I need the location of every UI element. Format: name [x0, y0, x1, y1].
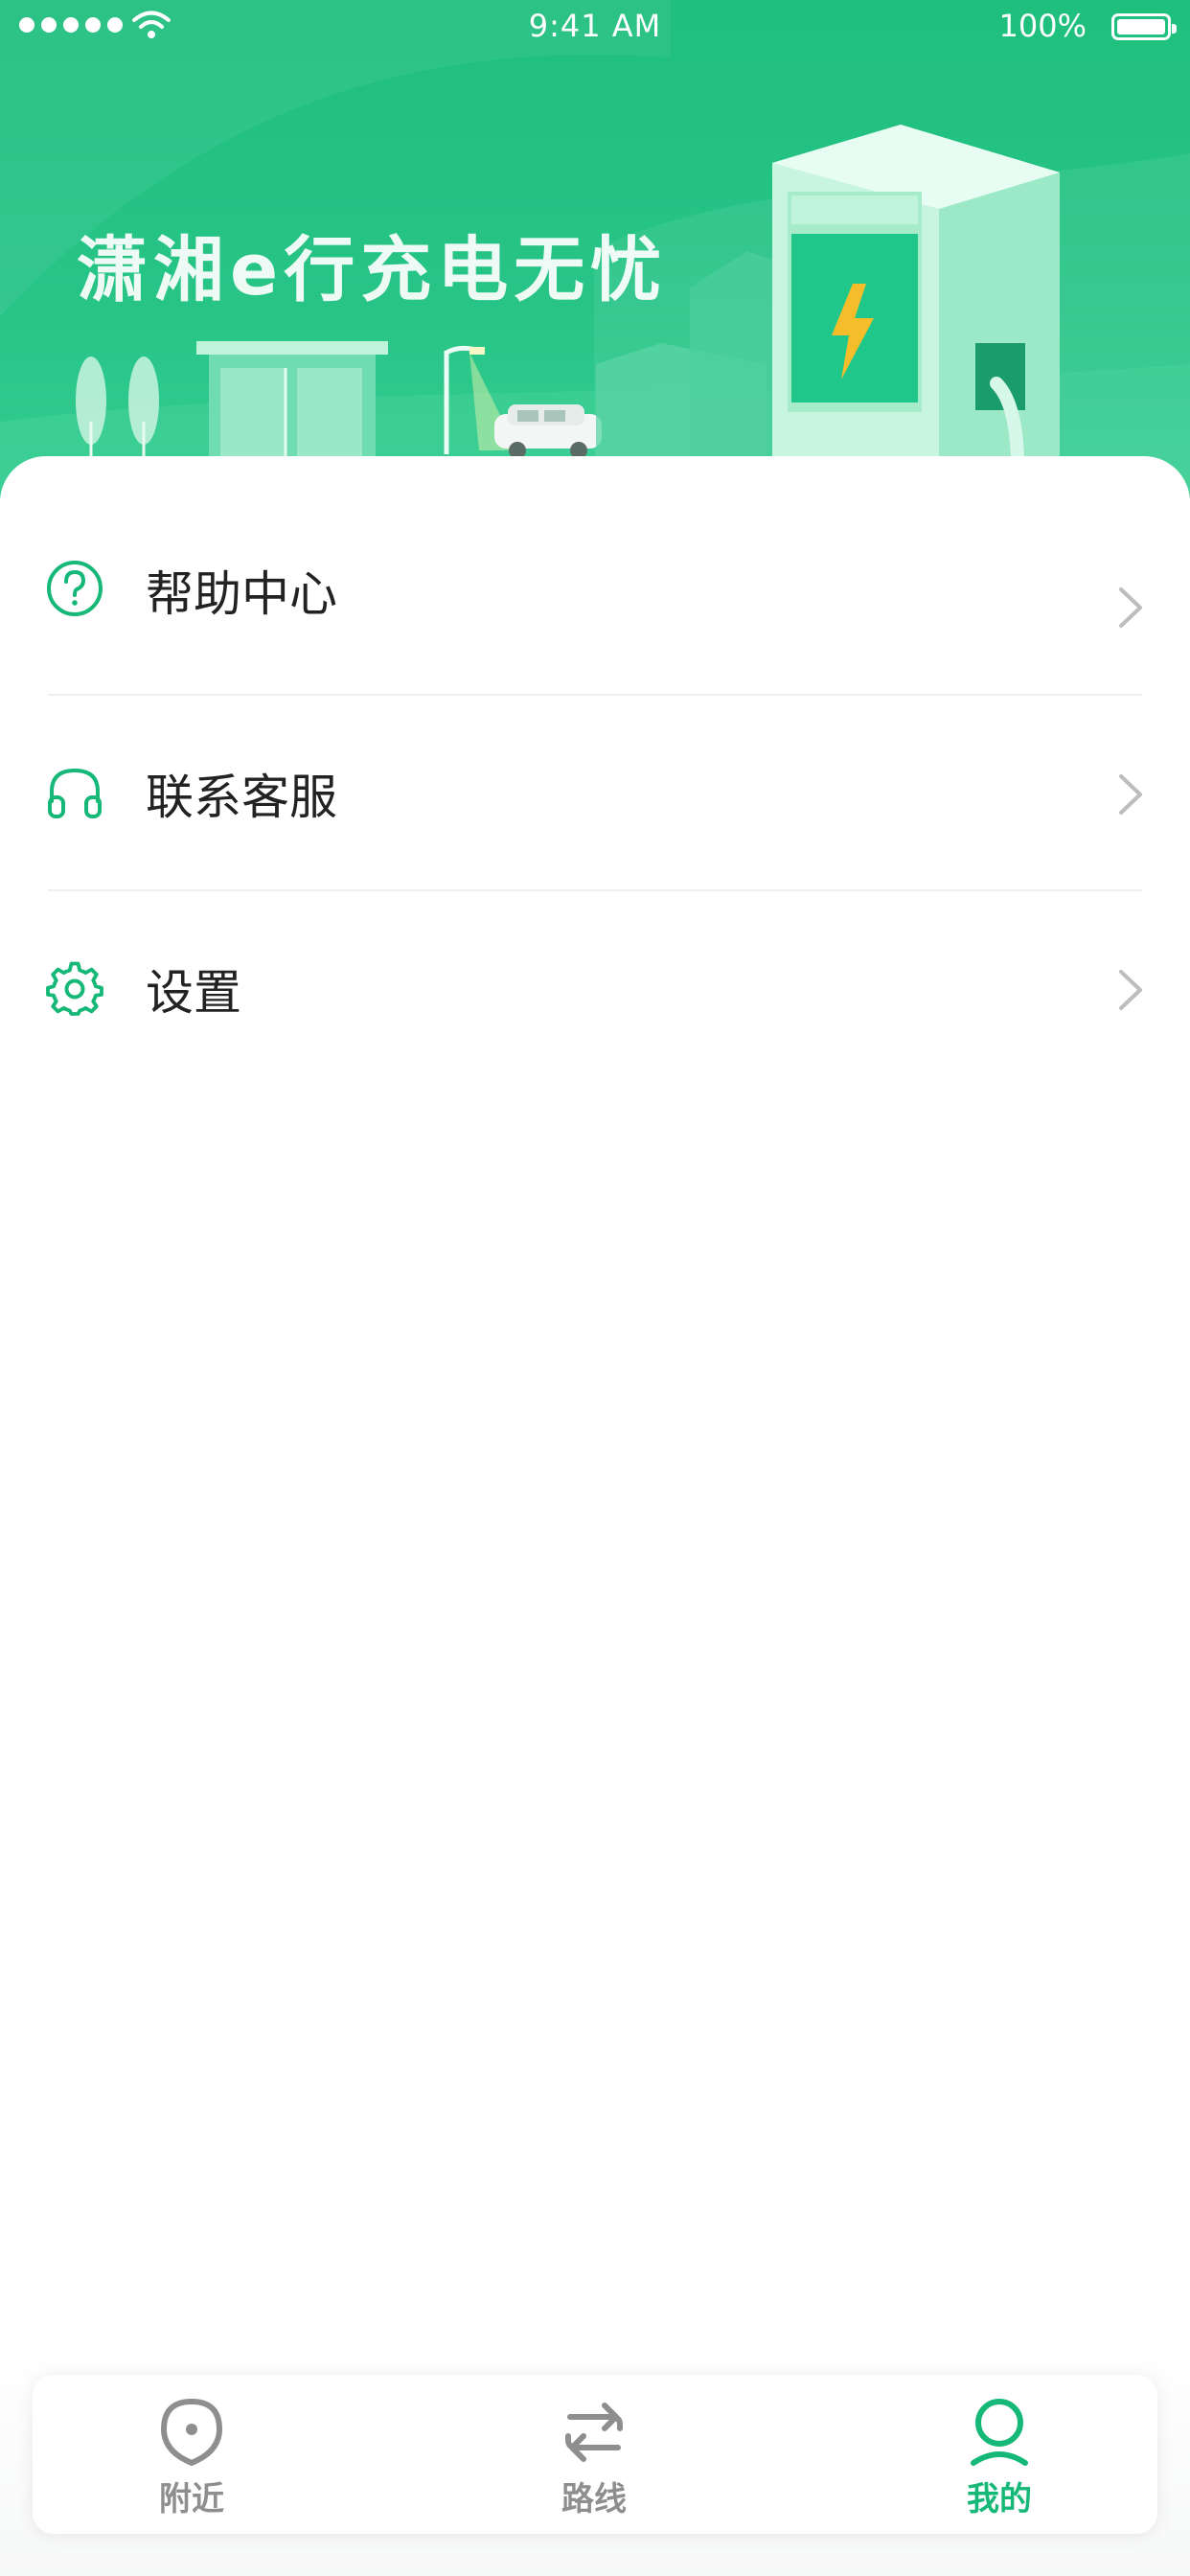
profile-screen: 9:41 AM 100% 潇湘e行充电无忧 帮助中心 联系客服 设置 附近 路线… — [0, 0, 1190, 2576]
tab-label: 附近 — [159, 2480, 224, 2518]
user-icon — [971, 2399, 1028, 2466]
banner-slogan: 潇湘e行充电无忧 — [77, 229, 668, 311]
tab-mine[interactable]: 我的 — [904, 2375, 1095, 2534]
tab-route[interactable]: 路线 — [498, 2375, 690, 2534]
menu-item-help-center[interactable]: 帮助中心 — [0, 456, 1190, 650]
location-pin-icon — [161, 2399, 222, 2466]
chevron-right-icon — [1119, 774, 1142, 815]
battery-icon — [1111, 13, 1177, 40]
bottom-tab-bar: 附近 路线 我的 — [33, 2375, 1157, 2534]
menu-item-settings[interactable]: 设置 — [0, 891, 1190, 1085]
chevron-right-icon — [1119, 970, 1142, 1010]
menu-card: 帮助中心 联系客服 设置 — [0, 456, 1190, 2576]
tab-label: 路线 — [561, 2480, 627, 2518]
battery-percentage: 100% — [998, 8, 1087, 44]
tab-nearby[interactable]: 附近 — [96, 2375, 287, 2534]
headphones-icon — [48, 768, 102, 818]
help-circle-icon — [47, 561, 103, 616]
status-bar: 9:41 AM 100% — [0, 0, 1190, 58]
chevron-right-icon — [1119, 587, 1142, 628]
route-arrows-icon — [565, 2403, 623, 2462]
menu-item-label: 帮助中心 — [146, 566, 337, 622]
menu-item-label: 联系客服 — [146, 770, 337, 825]
gear-icon — [46, 961, 103, 1016]
menu-item-customer-service[interactable]: 联系客服 — [0, 696, 1190, 889]
tab-label: 我的 — [967, 2480, 1032, 2518]
header-banner: 9:41 AM 100% 潇湘e行充电无忧 — [0, 0, 1190, 498]
menu-item-label: 设置 — [146, 965, 241, 1021]
battery-fill — [1117, 19, 1165, 34]
